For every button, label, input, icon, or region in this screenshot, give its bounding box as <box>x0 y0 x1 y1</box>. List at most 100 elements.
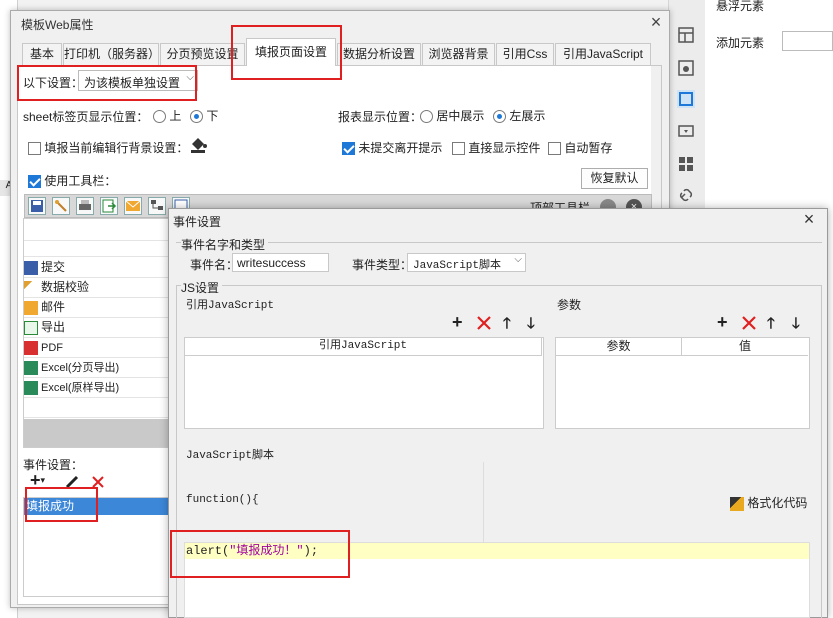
add-event-icon[interactable]: +▾ <box>30 471 52 490</box>
list-item-label: Excel(原样导出) <box>41 382 120 394</box>
setting-scope-select[interactable]: 为该模板单独设置 ⌵ <box>78 70 198 91</box>
tab-printer[interactable]: 打印机（服务器） <box>63 43 160 65</box>
function-signature: function(){ <box>186 494 259 506</box>
event-list-item-selected[interactable]: 填报成功 <box>24 498 172 515</box>
unsubmit-checkbox[interactable]: 未提交离开提示 <box>342 139 442 156</box>
floating-element-label: 悬浮元素 <box>716 0 765 13</box>
param-up-icon[interactable]: 🡑 <box>767 313 775 338</box>
setting-scope-label: 以下设置： <box>23 76 84 90</box>
use-toolbar-checkbox[interactable]: 使用工具栏： <box>28 172 116 189</box>
list-item-label: 导出 <box>41 320 66 334</box>
list-empty-row <box>24 241 172 257</box>
script-label: JavaScript脚本 <box>186 450 275 462</box>
delete-icon[interactable] <box>90 474 106 490</box>
event-type-select[interactable]: JavaScript脚本 ⌵ <box>407 253 526 272</box>
dialog-title: 模板Web属性 <box>21 18 94 32</box>
layout-tree-icon[interactable] <box>148 197 166 215</box>
restore-default-button[interactable]: 恢复默认 <box>581 168 648 189</box>
report-left-radio[interactable]: 左展示 <box>493 107 545 124</box>
layout-icon[interactable] <box>677 26 695 44</box>
add-js-icon[interactable]: + <box>452 313 463 331</box>
list-item[interactable]: 数据校验 <box>24 278 172 298</box>
list-item[interactable]: 提交 <box>24 258 172 278</box>
ref-js-column-header[interactable]: 引用JavaScript <box>185 338 542 356</box>
list-item[interactable]: Excel(分页导出) <box>24 358 172 378</box>
delete-js-icon[interactable] <box>476 315 492 331</box>
report-center-radio[interactable]: 居中展示 <box>420 107 484 124</box>
list-item-label: 提交 <box>41 260 66 274</box>
sheet-up-label: 上 <box>169 109 182 123</box>
event-name-label: 事件名： <box>190 258 239 272</box>
list-item[interactable]: PDF <box>24 338 172 358</box>
export-icon[interactable] <box>100 197 118 215</box>
cell-element-icon[interactable] <box>677 90 695 108</box>
paint-bucket-icon[interactable] <box>188 134 208 154</box>
event-dialog-title: 事件设置 <box>173 215 222 229</box>
auto-save-label: 自动暂存 <box>564 141 613 155</box>
sheet-up-radio[interactable]: 上 <box>153 107 181 124</box>
event-name-input[interactable]: writesuccess <box>232 253 329 272</box>
event-name-value: writesuccess <box>237 256 306 270</box>
excel-icon <box>24 360 38 375</box>
settings-panel-icon[interactable] <box>677 59 695 77</box>
chevron-down-icon: ⌵ <box>186 72 194 83</box>
close-icon[interactable]: × <box>801 210 817 228</box>
move-down-icon[interactable]: 🡓 <box>527 313 535 338</box>
sheet-down-label: 下 <box>206 109 219 123</box>
value-column-header[interactable]: 值 <box>682 338 808 356</box>
ref-js-label: 引用JavaScript <box>186 300 275 312</box>
sheet-down-radio[interactable]: 下 <box>190 107 218 124</box>
widget-icon[interactable] <box>677 122 695 140</box>
app-top-toolbar <box>90 0 290 10</box>
pdf-icon <box>24 340 38 355</box>
mail-icon <box>24 300 38 315</box>
save-icon[interactable] <box>28 197 46 215</box>
print-icon[interactable] <box>76 197 94 215</box>
close-icon[interactable]: × <box>648 13 664 31</box>
list-empty-row <box>24 219 172 241</box>
tab-basic[interactable]: 基本 <box>22 43 62 65</box>
delete-param-icon[interactable] <box>741 315 757 331</box>
move-up-icon[interactable]: 🡑 <box>503 313 511 338</box>
grid-icon[interactable] <box>677 155 695 173</box>
edit-pencil-icon[interactable] <box>64 474 80 490</box>
param-column-header[interactable]: 参数 <box>556 338 682 356</box>
list-item[interactable]: Excel(原样导出) <box>24 378 172 398</box>
format-code-button[interactable]: 格式化代码 <box>730 494 807 511</box>
verify-icon <box>24 280 38 295</box>
tab-fill-page[interactable]: 填报页面设置 <box>246 38 336 66</box>
verify-icon[interactable] <box>52 197 70 215</box>
report-position-label: 报表显示位置： <box>338 110 423 124</box>
excel-icon <box>24 380 38 395</box>
link-icon[interactable] <box>677 186 695 204</box>
direct-show-checkbox[interactable]: 直接显示控件 <box>452 139 540 156</box>
report-center-label: 居中展示 <box>436 109 485 123</box>
list-footer-bar <box>24 419 172 447</box>
list-item-label: Excel(分页导出) <box>41 362 120 374</box>
save-icon <box>24 260 38 275</box>
tab-ref-js[interactable]: 引用JavaScript <box>555 43 651 65</box>
tab-browser-bg[interactable]: 浏览器背景 <box>422 43 495 65</box>
code-func: alert( <box>186 544 230 558</box>
add-element-input[interactable] <box>782 31 833 51</box>
param-down-icon[interactable]: 🡓 <box>792 313 800 338</box>
params-label: 参数 <box>557 298 582 312</box>
row-bg-checkbox[interactable]: 填报当前编辑行背景设置： <box>28 139 188 156</box>
event-item-label: 填报成功 <box>26 499 75 513</box>
tab-page-preview[interactable]: 分页预览设置 <box>160 43 245 65</box>
list-item[interactable]: 导出 <box>24 318 172 338</box>
event-type-value: JavaScript脚本 <box>413 260 502 272</box>
report-left-label: 左展示 <box>509 109 546 123</box>
row-bg-label: 填报当前编辑行背景设置： <box>44 141 189 155</box>
list-item[interactable]: 邮件 <box>24 298 172 318</box>
tab-ref-css[interactable]: 引用Css <box>496 43 554 65</box>
list-item-label: 邮件 <box>41 300 66 314</box>
list-empty-row <box>24 398 172 418</box>
auto-save-checkbox[interactable]: 自动暂存 <box>548 139 612 156</box>
event-type-label: 事件类型： <box>352 258 413 272</box>
tab-data-analysis[interactable]: 数据分析设置 <box>337 43 421 65</box>
mail-icon[interactable] <box>124 197 142 215</box>
add-param-icon[interactable]: + <box>717 313 728 331</box>
chevron-down-icon: ⌵ <box>514 254 522 265</box>
code-line[interactable]: alert("填报成功！"); <box>185 543 809 559</box>
